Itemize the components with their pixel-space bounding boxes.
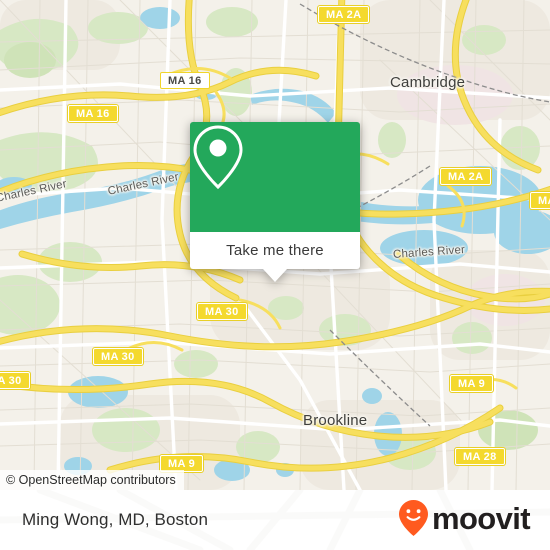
moovit-logo[interactable]: moovit <box>398 490 531 550</box>
road-shield-ma-28[interactable]: MA 28 <box>455 448 505 465</box>
map-attribution[interactable]: © OpenStreetMap contributors <box>0 470 184 490</box>
road-shield-ma-30-center[interactable]: MA 30 <box>197 303 247 320</box>
place-title-text: Ming Wong, MD, Boston <box>22 510 209 529</box>
road-shield-ma-2a-east[interactable]: MA 2A <box>440 168 492 185</box>
take-me-there-label: Take me there <box>226 242 324 259</box>
road-shield-ma-30-west[interactable]: MA 30 <box>93 348 143 365</box>
moovit-place-map-screen: .land{fill:#f4f1ea} .green{fill:#d7e8c4}… <box>0 0 550 550</box>
card-pointer-tail <box>263 269 287 282</box>
road-shield-ma-30-clipped-left[interactable]: MA 30 <box>0 372 30 389</box>
road-shield-ma-clipped-right[interactable]: MA <box>530 192 550 209</box>
take-me-there-button[interactable]: Take me there <box>190 232 360 269</box>
place-title: Ming Wong, MD, Boston <box>22 490 208 550</box>
road-shield-ma-16-west[interactable]: MA 16 <box>68 105 118 122</box>
bottom-info-bar: Ming Wong, MD, Boston moovit <box>0 490 550 550</box>
place-card-header <box>190 122 360 232</box>
road-shield-ma-2a-north[interactable]: MA 2A <box>318 6 370 23</box>
map-canvas[interactable]: .land{fill:#f4f1ea} .green{fill:#d7e8c4}… <box>0 0 550 490</box>
moovit-wordmark: moovit <box>431 500 531 536</box>
road-shield-ma-16-upper[interactable]: MA 16 <box>160 72 210 89</box>
map-label-brookline: Brookline <box>303 412 368 429</box>
road-shield-ma-9-east[interactable]: MA 9 <box>450 375 494 392</box>
map-label-cambridge: Cambridge <box>390 74 466 91</box>
place-info-card[interactable]: Take me there <box>190 122 360 282</box>
moovit-smiley-pin-icon <box>398 499 429 542</box>
